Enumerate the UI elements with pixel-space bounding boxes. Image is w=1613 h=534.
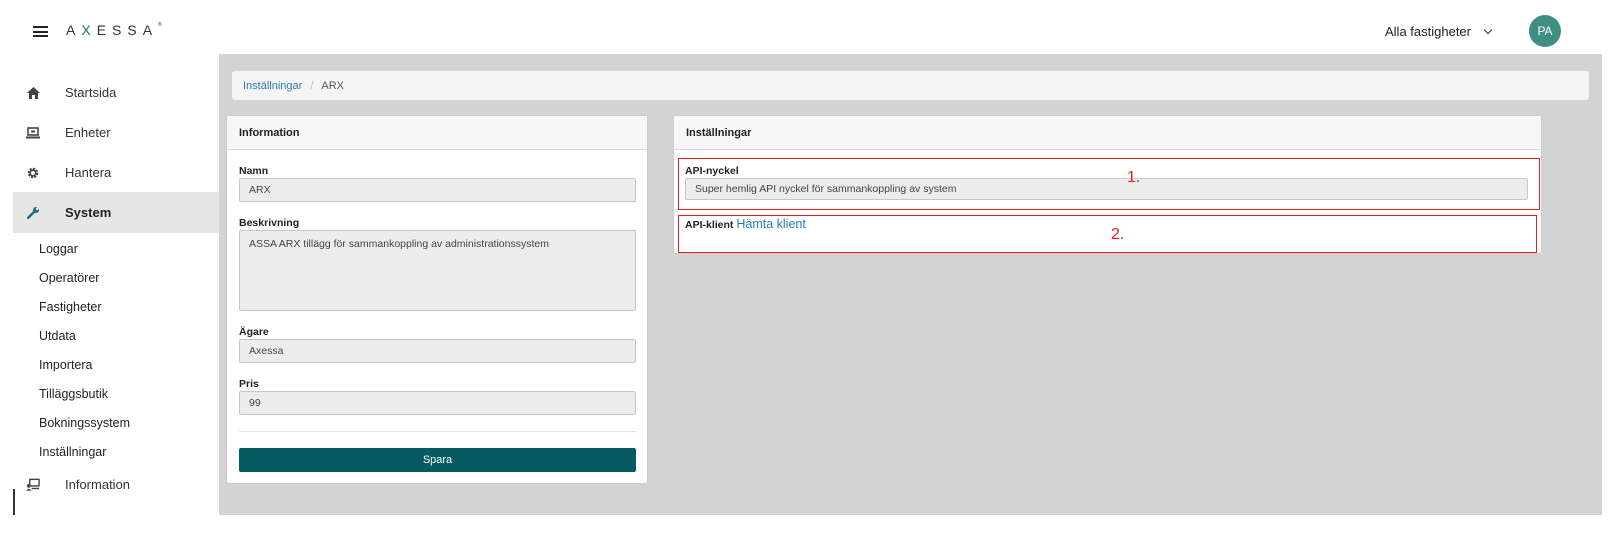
hamburger-menu-icon[interactable] [33,26,48,37]
name-field[interactable]: ARX [239,178,636,202]
main-content: Inställningar / ARX Information Namn ARX… [219,54,1602,515]
sidebar-item-startsida[interactable]: Startsida [13,72,219,113]
sidebar-item-system[interactable]: System [13,192,219,233]
breadcrumb-separator: / [310,79,314,92]
sidebar-subitem-utdata[interactable]: Utdata [39,329,76,343]
sidebar-item-information[interactable]: Information [13,464,219,505]
sidebar-item-hantera[interactable]: Hantera [13,152,219,193]
property-select[interactable]: Alla fastigheter [1385,24,1493,39]
chevron-down-icon [1483,25,1493,34]
breadcrumb-current: ARX [321,79,345,92]
description-field[interactable]: ASSA ARX tillägg för sammankoppling av a… [239,230,636,311]
price-label: Pris [239,378,259,390]
save-button[interactable]: Spara [239,448,636,472]
axessa-logo[interactable]: AXESSA® [66,22,162,38]
user-desk-icon [26,478,40,492]
information-panel: Information Namn ARX Beskrivning ASSA AR… [226,115,648,484]
owner-field[interactable]: Axessa [239,339,636,363]
user-avatar[interactable]: PA [1529,15,1561,47]
sidebar-item-label: Information [65,477,131,492]
sidebar-subitem-installningar[interactable]: Inställningar [39,445,106,459]
description-label: Beskrivning [239,217,300,229]
sidebar-subitem-loggar[interactable]: Loggar [39,242,78,256]
marker-1: 1. [1127,169,1141,186]
sidebar-subitem-importera[interactable]: Importera [39,358,93,372]
highlight-box-2 [678,215,1537,253]
top-header: AXESSA® Alla fastigheter PA [0,0,1613,54]
breadcrumb-link-installningar[interactable]: Inställningar [243,80,302,92]
sidebar-item-label: Startsida [65,85,117,100]
form-divider [239,431,636,432]
active-indicator [13,489,15,515]
sidebar-item-label: System [65,205,112,220]
home-icon [26,86,40,100]
panel-title: Information [227,116,647,150]
wrench-icon [26,206,40,220]
settings-panel: Inställningar API-nyckel Super hemlig AP… [673,115,1542,254]
sidebar-item-label: Enheter [65,125,111,140]
panel-title: Inställningar [674,116,1541,150]
property-select-value: Alla fastigheter [1385,24,1471,39]
sidebar-subitem-operatorer[interactable]: Operatörer [39,271,99,285]
sidebar-item-label: Hantera [65,165,112,180]
laptop-icon [26,126,40,140]
owner-label: Ägare [239,326,269,338]
sidebar-subitem-tillaggsbutik[interactable]: Tilläggsbutik [39,387,108,401]
sidebar: Startsida Enheter Hantera System Loggar … [13,54,219,534]
name-label: Namn [239,165,269,177]
sidebar-item-enheter[interactable]: Enheter [13,112,219,153]
gear-icon [26,166,40,180]
price-field[interactable]: 99 [239,391,636,415]
highlight-box-1 [678,158,1540,210]
marker-2: 2. [1111,226,1125,243]
sidebar-subitem-fastigheter[interactable]: Fastigheter [39,300,102,314]
breadcrumb: Inställningar / ARX [232,71,1589,100]
sidebar-subitem-bokningssystem[interactable]: Bokningssystem [39,416,130,430]
